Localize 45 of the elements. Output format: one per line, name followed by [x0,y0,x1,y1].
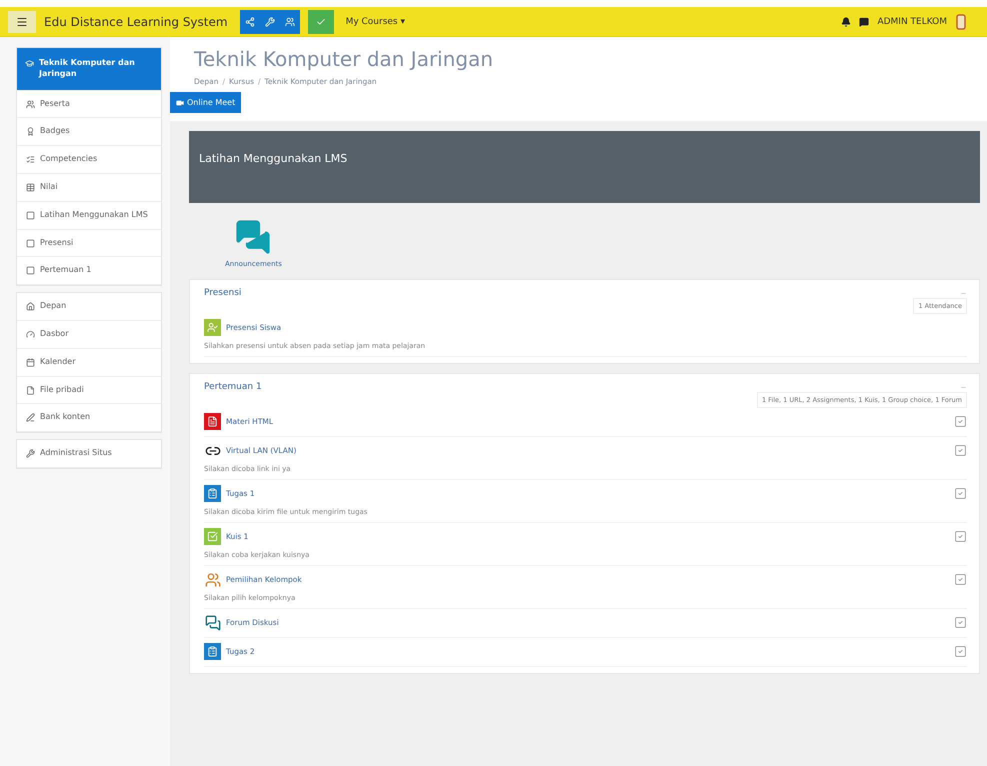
sidebar-item-icon [26,330,35,339]
completion-checkbox[interactable] [954,487,967,500]
chat-bubbles-icon [234,218,272,256]
online-meet-button[interactable]: Online Meet [170,92,242,113]
clipboard-icon [204,643,221,660]
chat-icon [204,614,221,631]
quiz-icon [204,528,221,545]
chat-icon[interactable] [859,16,870,26]
group-icon [204,571,221,588]
sidebar-item-icon [26,449,35,458]
section-title: Presensi [204,288,242,298]
sidebar-item-icon [26,210,35,220]
banner-title: Latihan Menggunakan LMS [199,152,348,165]
completion-checkbox[interactable] [954,645,967,658]
sidebar-item-icon [26,155,35,164]
sidebar-item-icon [26,358,35,367]
completion-checkbox[interactable] [954,444,967,457]
video-camera-icon [176,98,184,106]
section-title: Pertemuan 1 [204,382,262,392]
menu-button[interactable] [8,10,36,32]
site-name: Edu Distance Learning System [44,14,228,28]
sidebar-item[interactable]: Teknik Komputer dan Jaringan [17,48,161,91]
sidebar-item-icon [25,59,34,68]
sidebar-item-icon [26,100,35,109]
user-name[interactable]: ADMIN TELKOM [877,16,947,26]
sidebar-item-icon [26,182,35,192]
bell-icon[interactable] [841,16,852,26]
sidebar-item-icon [26,266,35,276]
check-button[interactable] [308,10,334,34]
attendance-icon [204,319,221,336]
completion-checkbox[interactable] [954,530,967,543]
completion-checkbox[interactable] [954,415,967,428]
check-icon [316,16,326,26]
clipboard-icon [204,485,221,502]
sidebar-item-icon [26,413,35,422]
menu-icon [16,16,28,28]
sidebar-item-icon [26,127,35,136]
completion-checkbox[interactable] [954,616,967,629]
completion-checkbox[interactable] [954,573,967,586]
my-courses-menu[interactable]: My Courses ▾ [342,16,410,26]
sidebar-item-icon [26,302,35,312]
page-title: Teknik Komputer dan Jaringan [194,47,494,71]
sidebar-item-icon [26,238,35,248]
sidebar-item-icon [26,386,35,395]
pdf-file-icon [204,413,221,430]
